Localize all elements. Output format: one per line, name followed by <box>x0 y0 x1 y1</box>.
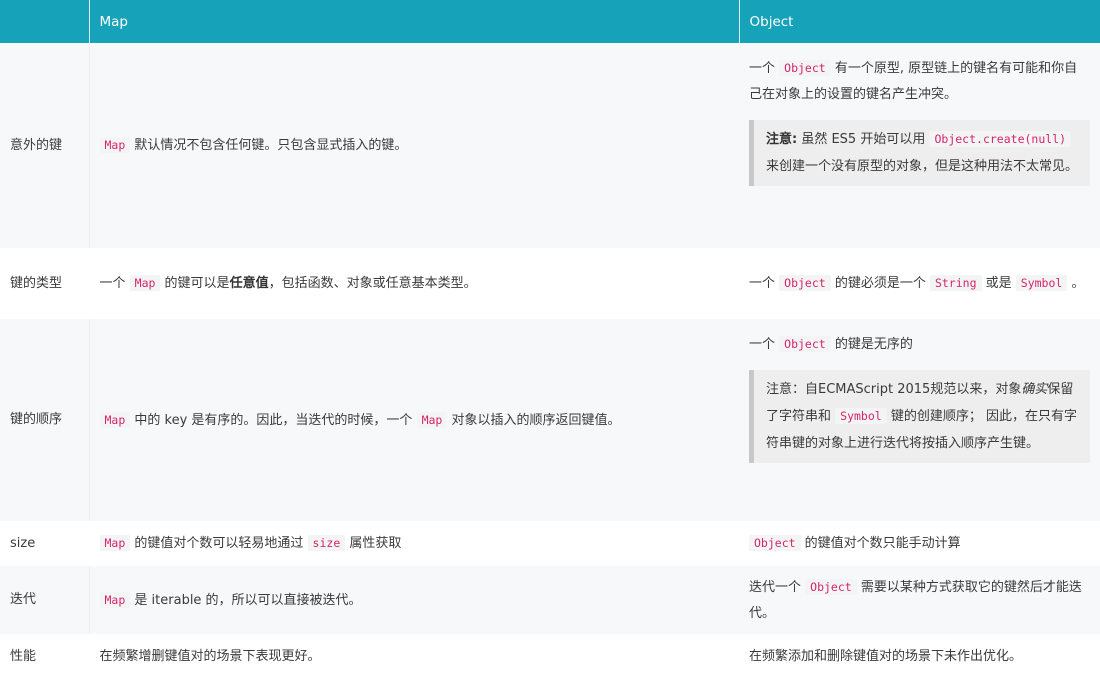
map-cell: Map 是 iterable 的，所以可以直接被迭代。 <box>89 566 739 634</box>
table-header: Map Object <box>0 0 1100 43</box>
cell-text: 的键是无序的 <box>830 337 913 352</box>
note-box: 注意: 虽然 ES5 开始可以用 Object.create(null) 来创建… <box>749 120 1090 186</box>
table-row: 键的顺序 Map 中的 key 是有序的。因此，当迭代的时候，一个 Map 对象… <box>0 319 1100 521</box>
inline-code: size <box>307 535 346 551</box>
cell-paragraph: 一个 Object 的键是无序的 <box>749 331 1090 358</box>
cell-text: ，包括函数、对象或任意基本类型。 <box>268 276 477 291</box>
row-key: size <box>0 521 90 566</box>
cell-text: 中的 key 是有序的。因此，当迭代的时候，一个 <box>130 412 417 428</box>
cell-text: 在频繁增删键值对的场景下表现更好。 <box>99 649 321 664</box>
cell-text: 的键可以是 <box>160 276 230 291</box>
header-empty <box>0 0 90 43</box>
cell-text: 来创建一个没有原型的对象，但是这种用法不太常见。 <box>766 159 1079 174</box>
cell-text: 一个 <box>749 337 780 352</box>
table-row: 意外的键 Map 默认情况不包含任何键。只包含显式插入的键。 一个 Object… <box>0 43 1100 248</box>
cell-text: 一个 <box>749 61 780 76</box>
note-box: 注意：自ECMAScript 2015规范以来，对象确实保留了字符串和 Symb… <box>749 370 1090 463</box>
cell-text: 或是 <box>981 276 1016 291</box>
cell-text: 的键必须是一个 <box>830 276 930 291</box>
inline-code: Object <box>779 60 831 76</box>
inline-code: Map <box>99 137 131 153</box>
cell-text: 的键值对个数可以轻易地通过 <box>130 536 308 551</box>
map-cell: Map 默认情况不包含任何键。只包含显式插入的键。 <box>89 43 739 248</box>
inline-code: Symbol <box>1015 275 1068 291</box>
cell-text: 注意：自ECMAScript 2015规范以来，对象 <box>766 382 1022 397</box>
inline-code: String <box>929 275 982 291</box>
object-cell: 一个 Object 的键是无序的 注意：自ECMAScript 2015规范以来… <box>739 319 1100 521</box>
row-key: 性能 <box>0 634 90 680</box>
cell-text: 的键值对个数只能手动计算 <box>800 536 961 551</box>
row-key: 键的类型 <box>0 248 90 319</box>
cell-text: 一个 <box>99 276 130 291</box>
cell-text: 。 <box>1067 276 1085 291</box>
header-object: Object <box>739 0 1100 43</box>
map-cell: 一个 Map 的键可以是任意值，包括函数、对象或任意基本类型。 <box>89 248 739 319</box>
map-cell: Map 的键值对个数可以轻易地通过 size 属性获取 <box>89 521 739 566</box>
inline-code: Map <box>99 535 131 551</box>
cell-text: 是 iterable 的，所以可以直接被迭代。 <box>130 592 362 608</box>
map-cell: 在频繁增删键值对的场景下表现更好。 <box>89 634 739 680</box>
inline-code: Object <box>805 578 857 595</box>
row-key: 意外的键 <box>0 43 90 248</box>
object-cell: 迭代一个 Object 需要以某种方式获取它的键然后才能迭代。 <box>739 566 1100 634</box>
object-cell: 一个 Object 有一个原型, 原型链上的键名有可能和你自己在对象上的设置的键… <box>739 43 1100 248</box>
bold-text: 任意值 <box>229 276 269 291</box>
inline-code: Symbol <box>835 408 887 424</box>
map-cell: Map 中的 key 是有序的。因此，当迭代的时候，一个 Map 对象以插入的顺… <box>89 319 739 521</box>
cell-text: 虽然 ES5 开始可以用 <box>797 132 930 147</box>
object-cell: 在频繁添加和删除键值对的场景下未作出优化。 <box>739 634 1100 680</box>
inline-code: Object <box>779 336 831 352</box>
table-row: 迭代 Map 是 iterable 的，所以可以直接被迭代。 迭代一个 Obje… <box>0 566 1100 634</box>
emphasis-text: 确实 <box>1021 382 1048 397</box>
inline-code: Object.create(null) <box>929 131 1072 147</box>
inline-code: Object <box>779 275 831 291</box>
table-row: size Map 的键值对个数可以轻易地通过 size 属性获取 Object … <box>0 521 1100 566</box>
inline-code: Map <box>416 411 448 428</box>
note-label: 注意: <box>766 132 798 147</box>
cell-paragraph: 一个 Object 有一个原型, 原型链上的键名有可能和你自己在对象上的设置的键… <box>749 55 1090 108</box>
row-key: 键的顺序 <box>0 319 90 521</box>
cell-text: 迭代一个 <box>749 579 806 595</box>
cell-text: 属性获取 <box>345 536 402 551</box>
inline-code: Map <box>129 275 161 291</box>
inline-code: Map <box>99 591 131 608</box>
inline-code: Map <box>99 411 131 428</box>
header-map: Map <box>89 0 740 43</box>
cell-text: 默认情况不包含任何键。只包含显式插入的键。 <box>130 138 408 153</box>
comparison-table: Map Object 意外的键 Map 默认情况不包含任何键。只包含显式插入的键… <box>0 0 1100 680</box>
cell-text: 一个 <box>749 276 780 291</box>
cell-text: 对象以插入的顺序返回键值。 <box>447 412 621 428</box>
row-key: 迭代 <box>0 566 90 634</box>
cell-text: 在频繁添加和删除键值对的场景下未作出优化。 <box>749 649 1023 664</box>
inline-code: Object <box>749 535 801 551</box>
table-row: 性能 在频繁增删键值对的场景下表现更好。 在频繁添加和删除键值对的场景下未作出优… <box>0 634 1100 680</box>
object-cell: 一个 Object 的键必须是一个 String 或是 Symbol 。 <box>739 248 1100 319</box>
table-row: 键的类型 一个 Map 的键可以是任意值，包括函数、对象或任意基本类型。 一个 … <box>0 248 1100 319</box>
object-cell: Object 的键值对个数只能手动计算 <box>739 521 1100 566</box>
